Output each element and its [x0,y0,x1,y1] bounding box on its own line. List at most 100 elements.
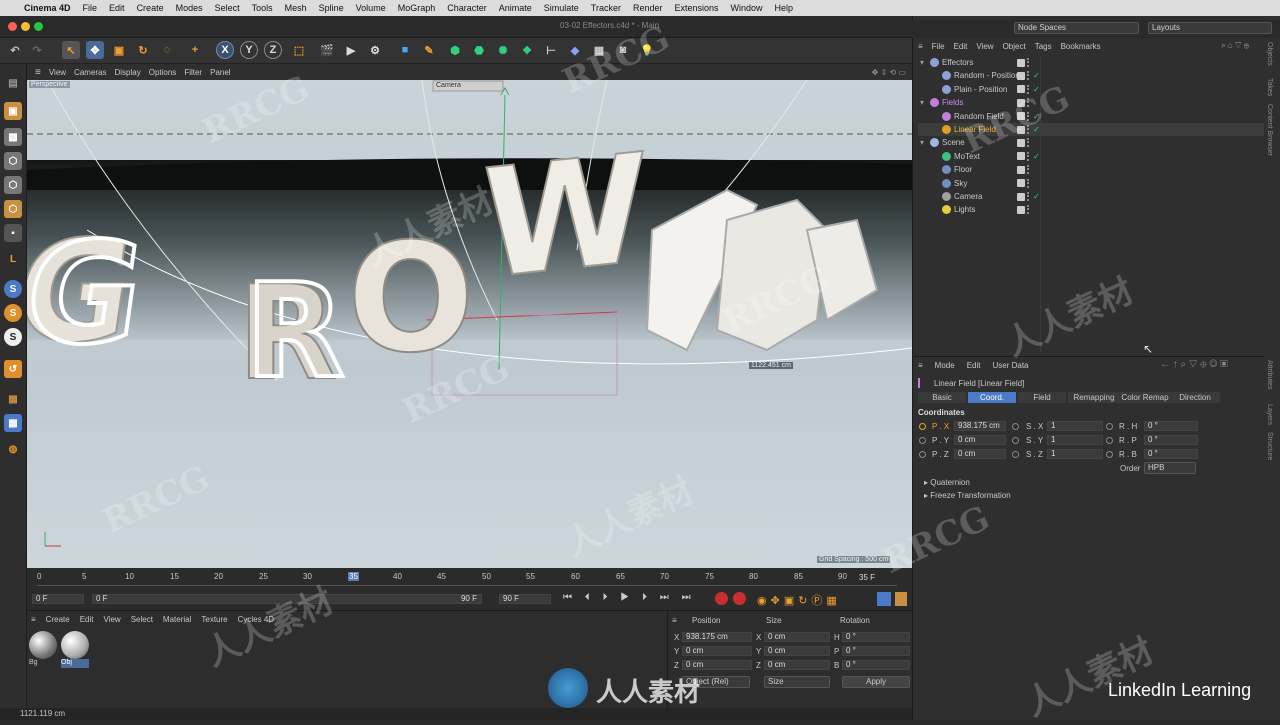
enabled-check-icon[interactable]: ✓ [1033,85,1040,94]
locked-workplane-icon[interactable]: ↺ [4,360,22,378]
menu-simulate[interactable]: Simulate [544,3,579,13]
workplane-icon[interactable]: S [4,328,22,346]
tab-basic[interactable]: Basic [918,392,966,403]
material-menu-cycles[interactable]: Cycles 4D [238,615,274,624]
menu-volume[interactable]: Volume [356,3,386,13]
tab-direction[interactable]: Direction [1170,392,1220,403]
position-x-field[interactable]: 938.175 cm [682,632,752,642]
cube-icon[interactable]: ■ [396,41,414,59]
attr-rp-field[interactable]: 0 ° [1144,435,1198,445]
object-name[interactable]: Camera [954,192,982,201]
obj-menu-view[interactable]: View [976,42,993,51]
object-name[interactable]: Random - Position [954,71,1020,80]
undo-icon[interactable]: ↶ [6,41,24,59]
expand-triangle-icon[interactable]: ▾ [920,138,924,147]
object-name[interactable]: Floor [954,165,972,174]
animate-rh-icon[interactable] [1106,423,1113,430]
freeze-group[interactable]: ▸ Freeze Transformation [924,491,1011,500]
rotate-tool-icon[interactable]: ↻ [134,41,152,59]
hamburger-icon[interactable]: ≡ [35,67,41,78]
animate-sx-icon[interactable] [1012,423,1019,430]
side-tab-layers[interactable]: Layers [1266,404,1273,425]
polygons-mode-icon[interactable]: ⬡ [4,200,22,218]
animate-px-icon[interactable] [919,423,926,430]
expand-triangle-icon[interactable]: ▾ [920,58,924,67]
visibility-checkbox[interactable] [1017,192,1025,201]
timeline-window-icon[interactable] [895,592,907,606]
viewport-menu-panel[interactable]: Panel [210,68,230,77]
object-name[interactable]: Effectors [942,58,973,67]
hamburger-icon[interactable]: ≡ [31,615,36,624]
node-spaces-dropdown[interactable]: Node Spaces [1014,22,1139,34]
layer-dots-icon[interactable] [1027,192,1031,201]
texture-mode-icon[interactable]: ▩ [4,128,22,146]
redo-icon[interactable]: ↷ [28,41,46,59]
visibility-checkbox[interactable] [1017,179,1025,188]
grid-icon[interactable]: ▦ [4,390,22,408]
playback-controls[interactable]: ⏮ ⏴ ⏵ ▶ ⏵ ⏭ ⏭ [563,592,696,603]
tab-field[interactable]: Field [1018,392,1066,403]
tab-color-remap[interactable]: Color Remap [1120,392,1170,403]
material-menu-material[interactable]: Material [163,615,191,624]
animate-sz-icon[interactable] [1012,451,1019,458]
layer-dots-icon[interactable] [1027,138,1031,148]
animate-rb-icon[interactable] [1106,451,1113,458]
layer-dots-icon[interactable] [1027,71,1031,81]
menu-create[interactable]: Create [137,3,164,13]
viewport-nav-icons[interactable]: ✥ ⇳ ⟲ ▭ [872,68,906,77]
material-menu-create[interactable]: Create [46,615,70,624]
viewport-menu-options[interactable]: Options [149,68,177,77]
object-row[interactable]: ▾ Fields [918,96,1264,109]
hamburger-icon[interactable]: ≡ [918,361,923,370]
floor-icon[interactable]: ▦ [590,41,608,59]
menu-modes[interactable]: Modes [176,3,203,13]
search-icon[interactable]: ⌕ ⌂ ▽ ⊕ [1221,41,1249,51]
object-row[interactable]: MoText ✓ [918,150,1264,163]
menu-window[interactable]: Window [731,3,763,13]
layouts-dropdown[interactable]: Layouts [1148,22,1272,34]
object-row[interactable]: Random - Position ✓ [918,69,1264,82]
expand-triangle-icon[interactable]: ▾ [920,98,924,107]
object-name[interactable]: Plain - Position [954,85,1007,94]
apply-button[interactable]: Apply [842,676,910,688]
menu-extensions[interactable]: Extensions [675,3,719,13]
layer-dots-icon[interactable] [1027,178,1031,188]
scale-tool-icon[interactable]: ▣ [110,41,128,59]
add-icon[interactable]: + [186,41,204,59]
visibility-checkbox[interactable] [1017,98,1025,107]
viewport-menu-filter[interactable]: Filter [184,68,202,77]
menu-spline[interactable]: Spline [319,3,344,13]
points-mode-icon[interactable]: ⬡ [4,152,22,170]
animate-rp-icon[interactable] [1106,437,1113,444]
subdivision-icon[interactable]: ⬢ [446,41,464,59]
object-name[interactable]: Fields [942,98,963,107]
menu-mograph[interactable]: MoGraph [398,3,436,13]
attr-nav-icons[interactable]: ← ↑ ⌕ ▽ ⊕ ◎ ▣ [1160,359,1228,370]
enabled-check-icon[interactable]: ✓ [1033,112,1040,121]
soft-selection-icon[interactable]: ◍ [4,440,22,458]
x-axis-icon[interactable]: X [216,41,234,59]
perspective-label[interactable]: Perspective [29,81,70,88]
obj-menu-bookmarks[interactable]: Bookmarks [1061,42,1101,51]
object-name[interactable]: Linear Field [954,125,996,134]
attr-sx-field[interactable]: 1 [1047,421,1103,431]
menu-file[interactable]: File [83,3,98,13]
live-select-icon[interactable]: ◌ [158,41,176,59]
visibility-checkbox[interactable] [1017,152,1025,161]
mograph-icon[interactable]: ❖ [518,41,536,59]
layer-dots-icon[interactable] [1027,84,1031,94]
attr-rb-field[interactable]: 0 ° [1144,449,1198,459]
attr-menu-edit[interactable]: Edit [967,361,981,370]
attr-menu-userdata[interactable]: User Data [992,361,1028,370]
side-tab-content-browser[interactable]: Content Browser [1266,104,1273,156]
object-row[interactable]: Random Field ✓ [918,110,1264,123]
end-frame-field[interactable]: 90 F [499,594,551,604]
viewport-menu-view[interactable]: View [49,68,66,77]
menu-select[interactable]: Select [215,3,240,13]
app-name[interactable]: Cinema 4D [24,3,71,13]
edges-mode-icon[interactable]: ⬡ [4,176,22,194]
layer-dots-icon[interactable] [1027,205,1031,215]
snap-settings-icon[interactable]: S [4,304,22,322]
viewport-menu-display[interactable]: Display [115,68,141,77]
attr-py-field[interactable]: 0 cm [954,435,1006,445]
